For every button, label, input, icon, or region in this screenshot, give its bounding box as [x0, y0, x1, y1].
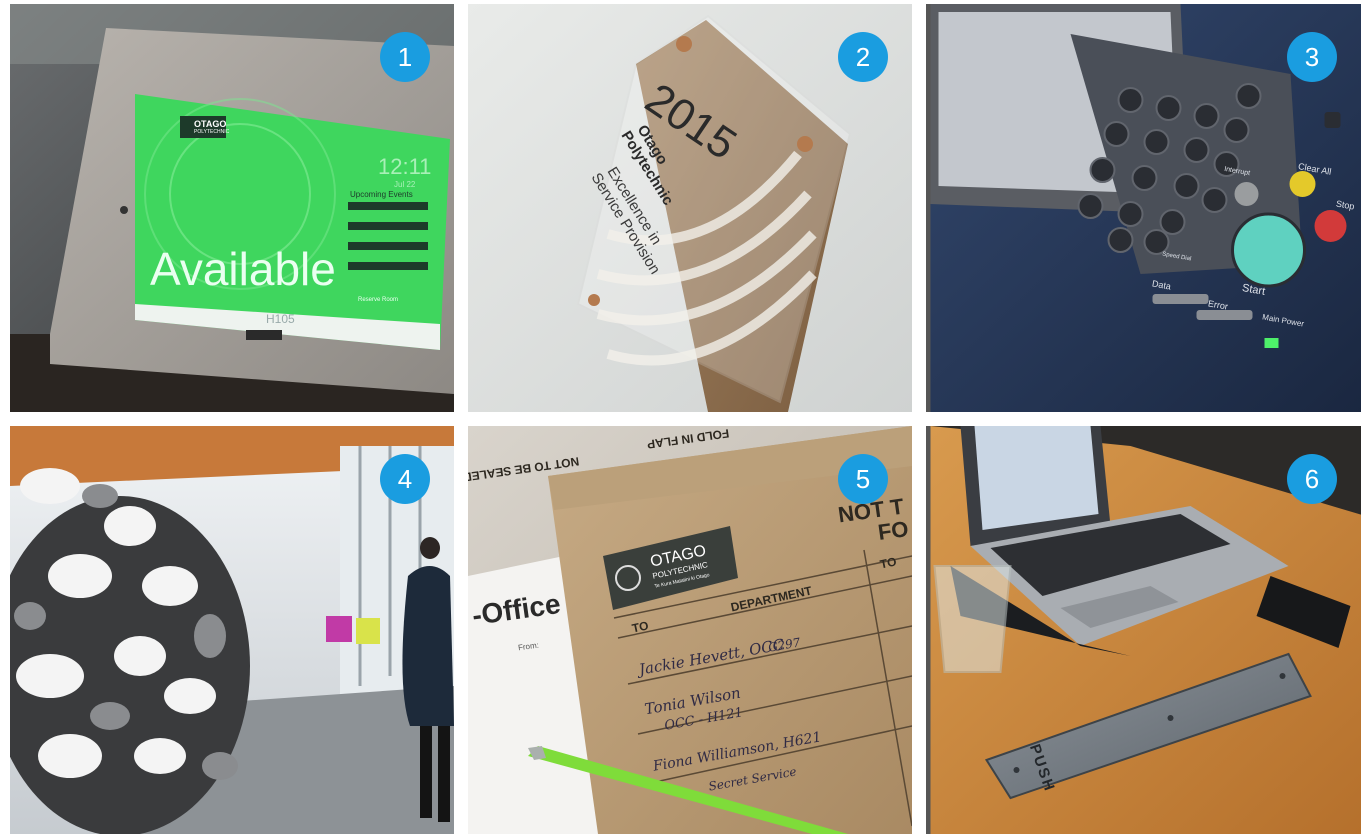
- photo-award: 2015 Otago Polytechnic Excellence in Ser…: [468, 4, 912, 412]
- photo-number-badge: 4: [380, 454, 430, 504]
- photo-number-badge: 2: [838, 32, 888, 82]
- photo-number-badge: 3: [1287, 32, 1337, 82]
- photo-number-badge: 1: [380, 32, 430, 82]
- photo-copier-panel: Clear All Stop Start Interrupt Data Erro…: [926, 4, 1361, 412]
- photo-number-badge: 5: [838, 454, 888, 504]
- photo-internal-mail-envelope: NOT TO BE SEALED FOLD IN FLAP NOT T FO O…: [468, 426, 912, 834]
- photo-laptop-desk: PUSH 6: [926, 426, 1361, 834]
- photo-grid: OTAGO POLYTECHNIC 12:11 Jul 22 Upcoming …: [0, 0, 1361, 834]
- photo-number-badge: 6: [1287, 454, 1337, 504]
- photo-room-display: OTAGO POLYTECHNIC 12:11 Jul 22 Upcoming …: [10, 4, 454, 412]
- photo-sculpture-atrium: 4: [10, 426, 454, 834]
